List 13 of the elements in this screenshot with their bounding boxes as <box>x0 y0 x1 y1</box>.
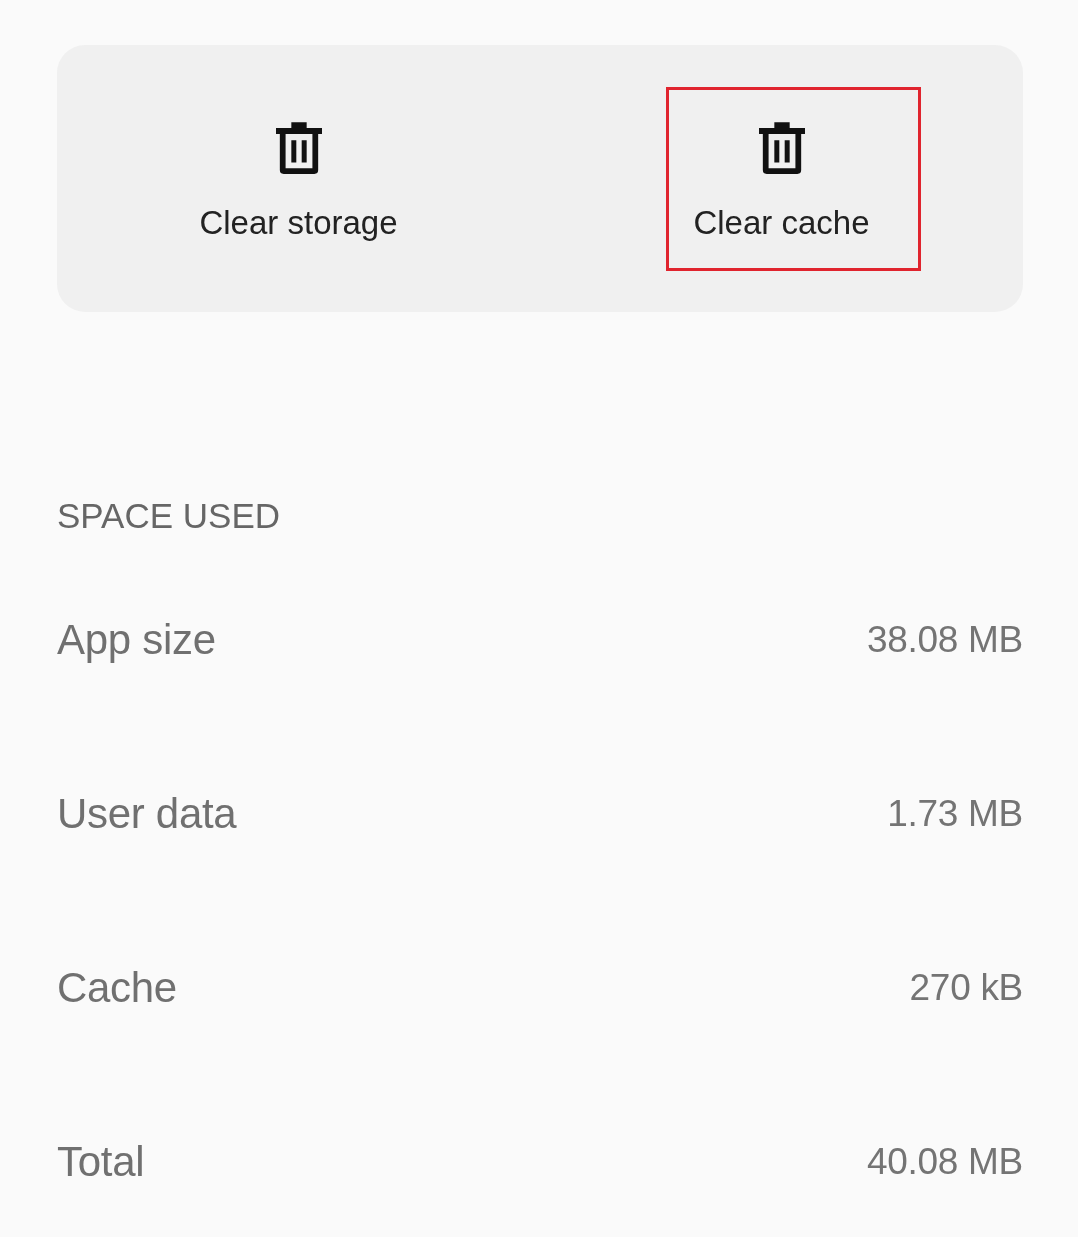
row-value: 38.08 MB <box>867 619 1023 661</box>
section-heading: SPACE USED <box>57 496 282 536</box>
action-button[interactable]: Clear storage <box>183 86 438 271</box>
row-label: Cache <box>57 964 177 1012</box>
row-label: Total <box>57 1138 145 1186</box>
row-label: User data <box>57 790 237 838</box>
row-value: 270 kB <box>909 967 1023 1009</box>
trash-icon <box>758 121 805 174</box>
row-value: 40.08 MB <box>867 1141 1023 1183</box>
trash-icon <box>275 121 322 174</box>
action-button[interactable]: Clear cache <box>666 86 921 271</box>
row-label: App size <box>57 616 216 664</box>
row-value: 1.73 MB <box>887 793 1023 835</box>
